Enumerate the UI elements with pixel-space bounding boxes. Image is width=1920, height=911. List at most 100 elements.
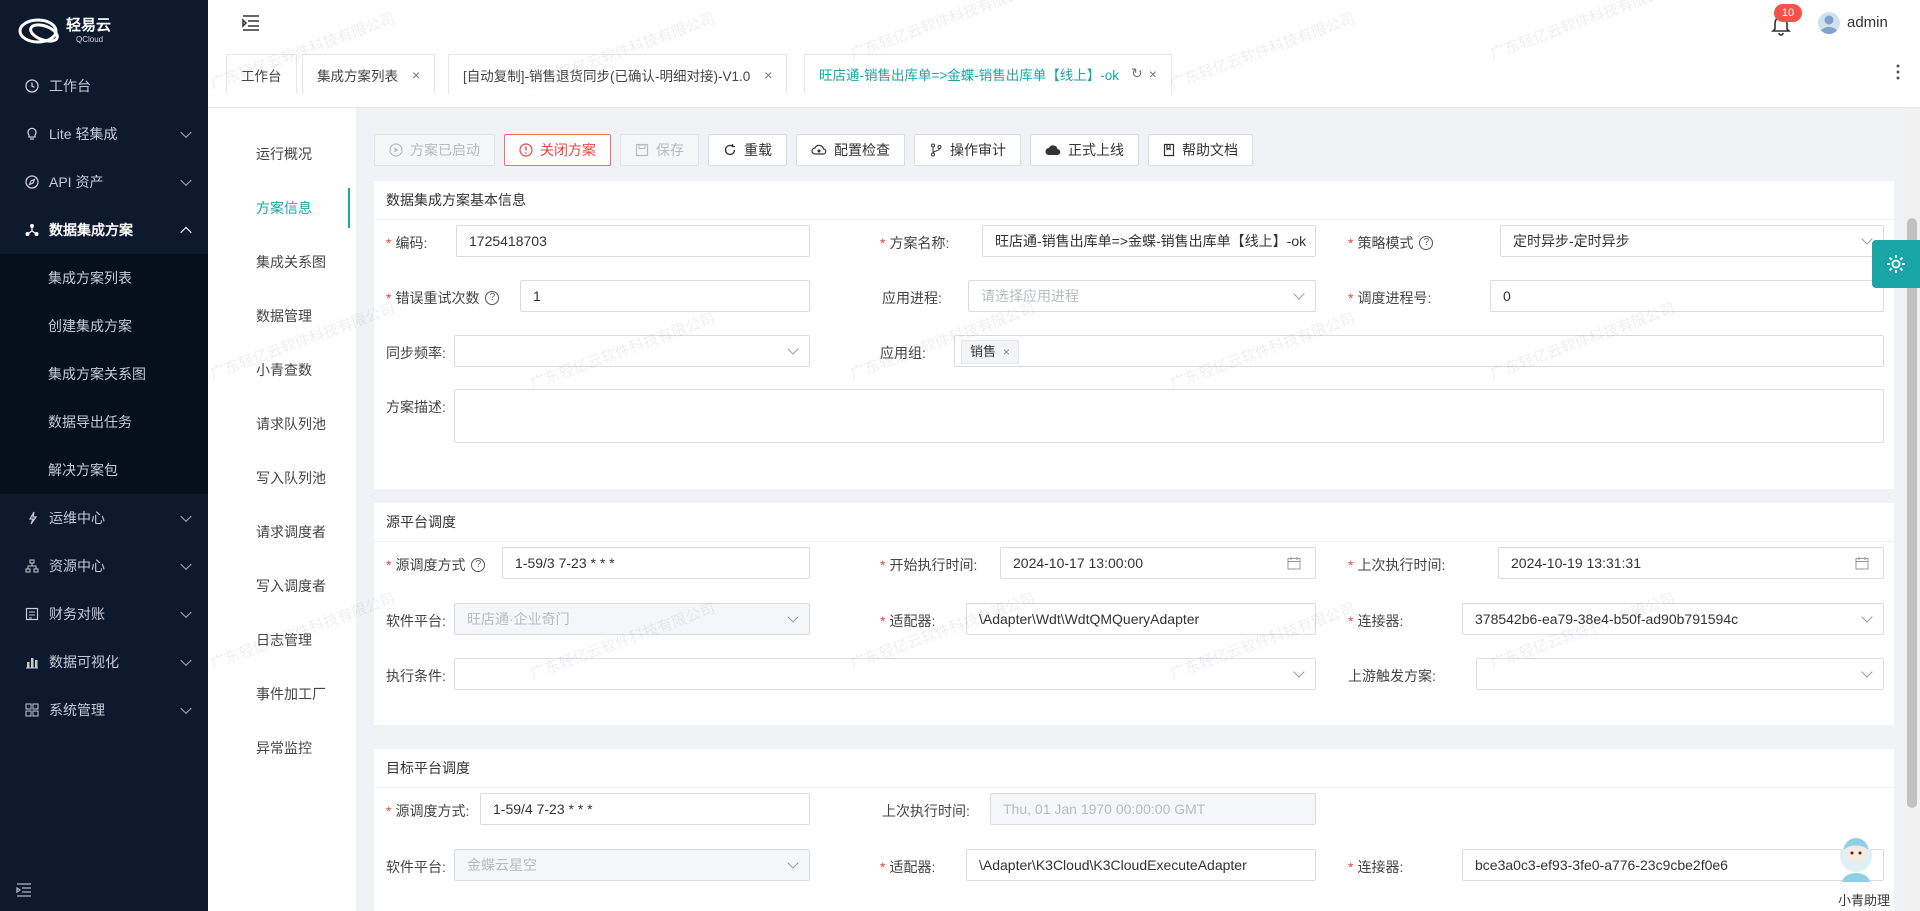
sidebar-item-finance[interactable]: 财务对账 [0, 590, 208, 638]
assistant-label[interactable]: 小青助理 [1838, 890, 1890, 909]
strategy-select[interactable]: 定时异步-定时异步 [1500, 225, 1884, 257]
config-check-button[interactable]: 配置检查 [796, 134, 905, 166]
collapse-sidebar-icon[interactable] [16, 883, 32, 897]
sidebar-item-ops[interactable]: 运维中心 [0, 494, 208, 542]
more-vertical-icon[interactable] [1896, 64, 1900, 80]
target-mode-input[interactable]: 1-59/4 7-23 * * * [480, 793, 810, 825]
sidebar-item-visualization[interactable]: 数据可视化 [0, 638, 208, 686]
settings-float-button[interactable] [1872, 240, 1920, 288]
subnav-write-queue[interactable]: 写入队列池 [256, 468, 326, 488]
scrollbar-thumb[interactable] [1907, 218, 1917, 808]
plan-name-label: * 方案名称: [880, 235, 950, 251]
username[interactable]: admin [1847, 14, 1888, 31]
subnav-relation-graph[interactable]: 集成关系图 [256, 252, 326, 272]
tab-auto-copy[interactable]: [自动复制]-销售退货同步(已确认-明细对接)-V1.0 × [448, 54, 788, 94]
tab-current-plan[interactable]: 旺店通-销售出库单=>金蝶-销售出库单【线上】-ok ↻ × [804, 54, 1172, 94]
subnav-logs[interactable]: 日志管理 [256, 630, 312, 650]
subnav-active-indicator [348, 188, 350, 228]
upstream-select[interactable] [1476, 658, 1884, 690]
tab-plan-list[interactable]: 集成方案列表 × [302, 54, 436, 94]
reload-button[interactable]: 重载 [708, 134, 787, 166]
toolbar: 方案已启动 关闭方案 保存 重载 配置检查 操作审计 正式上线 帮助文档 [374, 134, 1253, 166]
close-icon[interactable]: × [764, 67, 772, 83]
group-label: 应用组: [880, 345, 926, 361]
subnav-query[interactable]: 小青查数 [256, 360, 312, 380]
play-circle-icon [389, 143, 403, 157]
desc-label: 方案描述: [386, 399, 446, 415]
go-live-button[interactable]: 正式上线 [1030, 134, 1139, 166]
subnav-request-scheduler[interactable]: 请求调度者 [256, 522, 326, 542]
sidebar: 轻易云 QCloud 工作台 Lite 轻集成 API 资产 数据集成方案 集成… [0, 0, 208, 911]
target-platform-select[interactable]: 金蝶云星空 [454, 849, 810, 881]
subnav-plan-info[interactable]: 方案信息 [256, 198, 312, 218]
card-title: 数据集成方案基本信息 [374, 181, 1894, 220]
group-select[interactable]: 销售 × [954, 335, 1884, 367]
logo[interactable]: 轻易云 QCloud [0, 0, 208, 62]
last-run-picker[interactable]: 2024-10-19 13:31:31 [1498, 547, 1884, 579]
refresh-icon[interactable]: ↻ [1131, 65, 1143, 82]
source-platform-select[interactable]: 旺店通·企业奇门 [454, 603, 810, 635]
sidebar-item-system[interactable]: 系统管理 [0, 686, 208, 734]
logo-icon [18, 18, 59, 44]
chevron-down-icon [180, 654, 192, 667]
avatar[interactable] [1818, 12, 1840, 34]
subnav-data-management[interactable]: 数据管理 [256, 306, 312, 326]
plan-name-input[interactable]: 旺店通-销售出库单=>金蝶-销售出库单【线上】-ok [982, 225, 1316, 257]
plan-started-button[interactable]: 方案已启动 [374, 134, 495, 166]
sidebar-item-label: 工作台 [49, 78, 91, 94]
close-icon[interactable]: × [412, 67, 420, 83]
sidebar-item-lite[interactable]: Lite 轻集成 [0, 110, 208, 158]
assistant-avatar-icon[interactable] [1828, 832, 1884, 888]
subnav-event-factory[interactable]: 事件加工厂 [256, 684, 326, 704]
submenu-item-solution-pack[interactable]: 解决方案包 [0, 446, 208, 494]
freq-label: 同步频率: [386, 345, 446, 361]
tag-close-icon[interactable]: × [1003, 341, 1010, 363]
power-icon [519, 143, 533, 157]
ledger-icon [24, 606, 40, 622]
group-tag: 销售 × [961, 340, 1020, 364]
submenu-item-plan-list[interactable]: 集成方案列表 [0, 254, 208, 302]
tab-label: 工作台 [241, 68, 282, 84]
source-connector-select[interactable]: 378542b6-ea79-38e4-b50f-ad90b791594c [1462, 603, 1884, 635]
target-connector-select[interactable]: bce3a0c3-ef93-3fe0-a776-23c9cbe2f0e6 [1462, 849, 1884, 881]
retry-input[interactable]: 1 [520, 280, 810, 312]
menu-fold-icon[interactable] [242, 15, 260, 31]
source-adapter-input[interactable]: \Adapter\Wdt\WdtQMQueryAdapter [966, 603, 1316, 635]
sidebar-item-api[interactable]: API 资产 [0, 158, 208, 206]
tab-workbench[interactable]: 工作台 [226, 54, 297, 94]
sidebar-item-resources[interactable]: 资源中心 [0, 542, 208, 590]
card-title: 目标平台调度 [374, 749, 1894, 788]
dispatch-input[interactable]: 0 [1490, 280, 1884, 312]
chevron-up-icon [180, 226, 192, 239]
start-time-picker[interactable]: 2024-10-17 13:00:00 [1000, 547, 1316, 579]
freq-select[interactable] [454, 335, 810, 367]
sidebar-item-label: 资源中心 [49, 558, 105, 574]
basic-info-card: 数据集成方案基本信息 * 编码: 1725418703 * 方案名称: 旺店通-销售… [374, 181, 1894, 489]
subnav-write-scheduler[interactable]: 写入调度者 [256, 576, 326, 596]
submenu-item-plan-graph[interactable]: 集成方案关系图 [0, 350, 208, 398]
code-input[interactable]: 1725418703 [456, 225, 810, 257]
branch-icon [929, 143, 943, 157]
subnav-overview[interactable]: 运行概况 [256, 144, 312, 164]
subnav-request-queue[interactable]: 请求队列池 [256, 414, 326, 434]
exec-condition-select[interactable] [454, 658, 1316, 690]
process-select[interactable]: 请选择应用进程 [968, 280, 1316, 312]
submenu-item-export-task[interactable]: 数据导出任务 [0, 398, 208, 446]
chevron-down-icon [180, 126, 192, 139]
source-mode-input[interactable]: 1-59/3 7-23 * * * [502, 547, 810, 579]
chevron-down-icon [1861, 611, 1873, 623]
close-icon[interactable]: × [1149, 66, 1157, 82]
target-last-run-input[interactable]: Thu, 01 Jan 1970 00:00:00 GMT [990, 793, 1316, 825]
submenu-item-create-plan[interactable]: 创建集成方案 [0, 302, 208, 350]
vertical-scrollbar[interactable] [1904, 108, 1920, 911]
gear-icon [1887, 255, 1905, 273]
target-adapter-input[interactable]: \Adapter\K3Cloud\K3CloudExecuteAdapter [966, 849, 1316, 881]
save-button[interactable]: 保存 [620, 134, 699, 166]
sidebar-item-workbench[interactable]: 工作台 [0, 62, 208, 110]
close-plan-button[interactable]: 关闭方案 [504, 134, 611, 166]
audit-button[interactable]: 操作审计 [914, 134, 1021, 166]
help-docs-button[interactable]: 帮助文档 [1148, 134, 1253, 166]
desc-textarea[interactable] [454, 389, 1884, 443]
sidebar-item-integration[interactable]: 数据集成方案 [0, 206, 208, 254]
subnav-exception-monitor[interactable]: 异常监控 [256, 738, 312, 758]
